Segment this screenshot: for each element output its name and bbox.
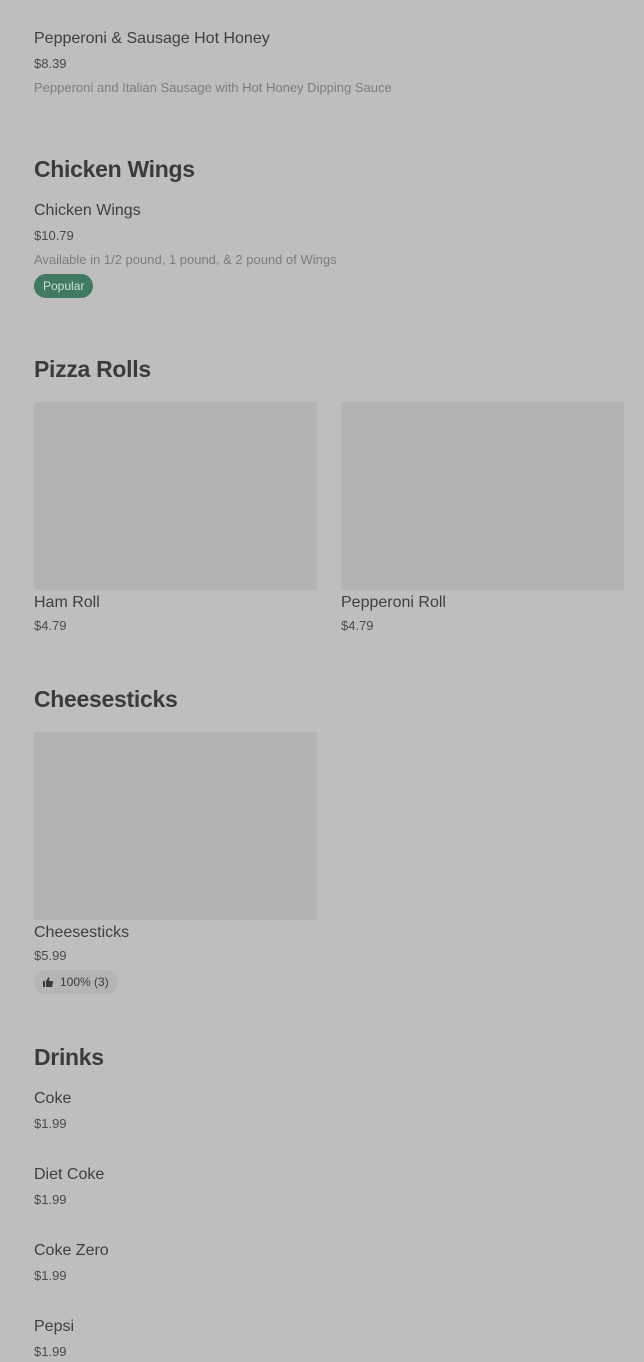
item-price: $4.79 [34, 618, 67, 633]
item-name: Pepperoni & Sausage Hot Honey [34, 30, 270, 47]
item-name: Pepperoni Roll [341, 594, 446, 611]
item-price: $8.39 [34, 56, 67, 71]
item-name: Pepsi [34, 1318, 75, 1335]
item-description: Available in 1/2 pound, 1 pound, & 2 pou… [34, 252, 337, 267]
item-image [34, 732, 317, 920]
item-price: $5.99 [34, 948, 67, 963]
item-name: Ham Roll [34, 594, 100, 611]
rating-text: 100% (3) [60, 975, 109, 989]
item-name: Chicken Wings [34, 202, 141, 219]
item-name: Diet Coke [34, 1166, 105, 1183]
item-name: Cheesesticks [34, 924, 130, 941]
section-title-pizza-rolls: Pizza Rolls [34, 356, 151, 382]
item-price: $1.99 [34, 1192, 67, 1207]
item-price: $10.79 [34, 228, 74, 243]
item-price: $4.79 [341, 618, 374, 633]
menu-page: Pepperoni & Sausage Hot Honey $8.39 Pepp… [0, 0, 644, 1362]
thumbs-up-icon [42, 976, 54, 988]
item-description: Pepperoni and Italian Sausage with Hot H… [34, 80, 392, 95]
popular-badge: Popular [34, 274, 94, 298]
item-name: Coke [34, 1090, 72, 1107]
item-price: $1.99 [34, 1268, 67, 1283]
section-title-cheesesticks: Cheesesticks [34, 686, 178, 712]
item-image [341, 402, 624, 590]
item-name: Coke Zero [34, 1242, 109, 1259]
section-title-chicken-wings: Chicken Wings [34, 156, 195, 182]
item-price: $1.99 [34, 1344, 67, 1359]
item-image [34, 402, 317, 590]
rating-badge: 100% (3) [34, 970, 118, 994]
item-price: $1.99 [34, 1116, 67, 1131]
section-title-drinks: Drinks [34, 1044, 104, 1070]
